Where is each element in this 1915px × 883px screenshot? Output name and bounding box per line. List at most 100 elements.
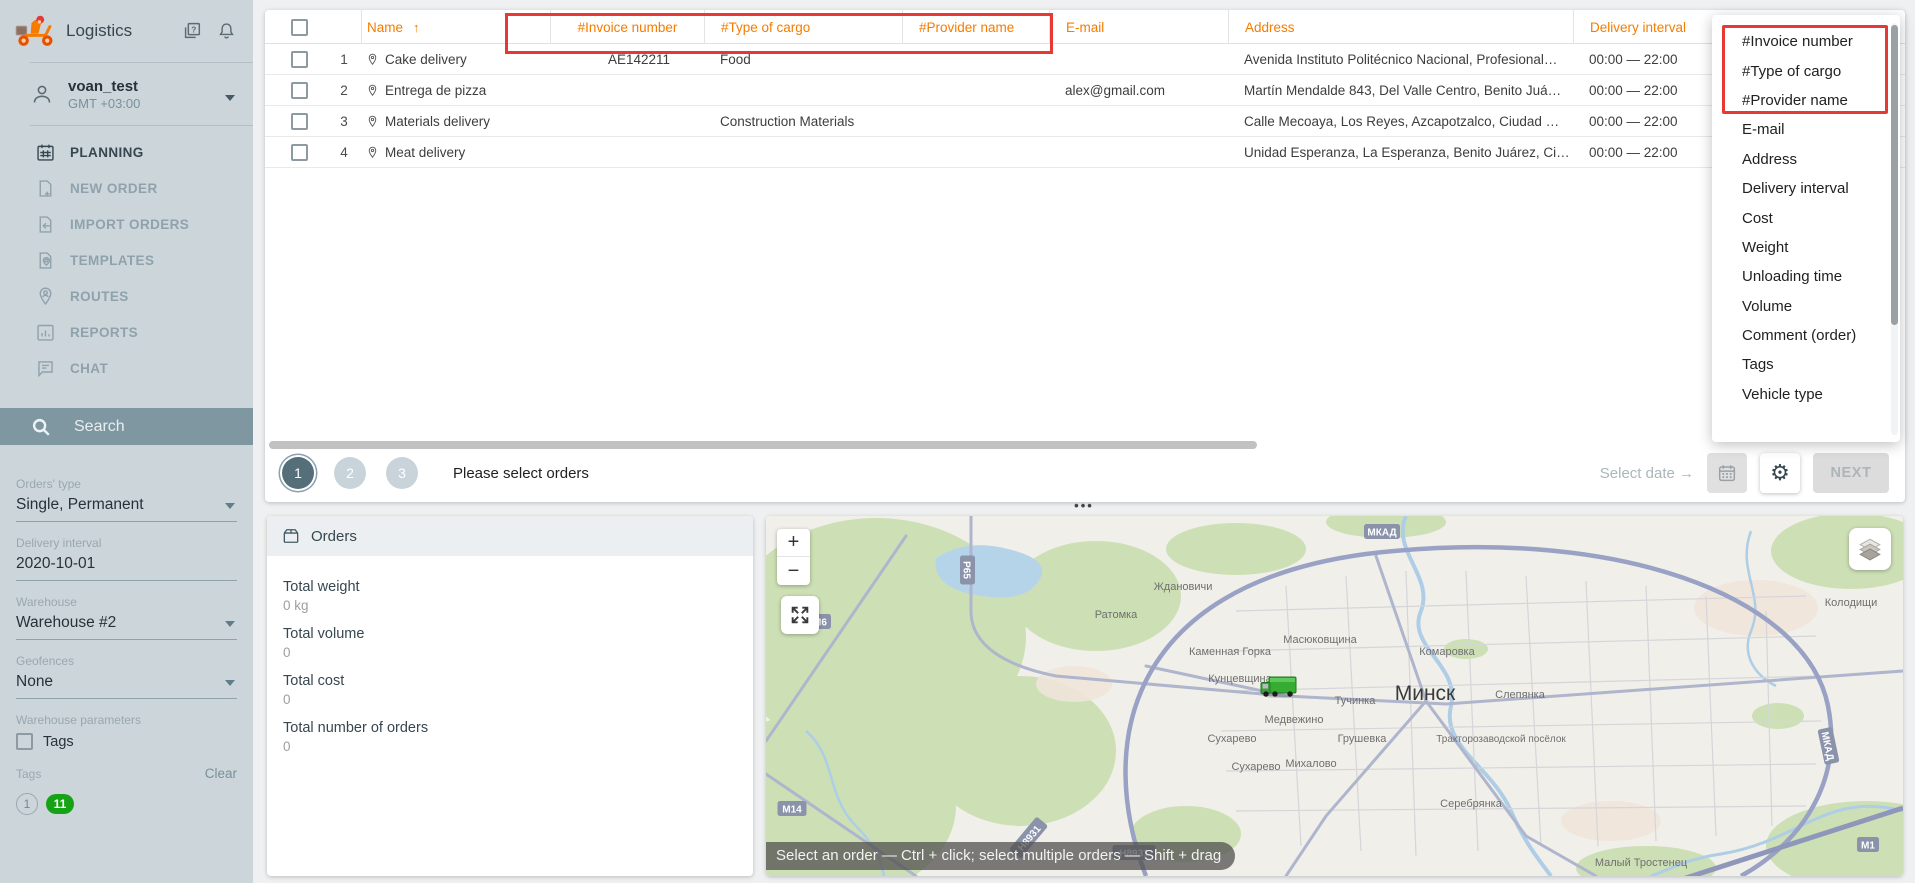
cell-email: alex@gmail.com: [1049, 83, 1228, 98]
map-canvas[interactable]: М6Р65МКАДМКАДМ14Н8931Н8931М1 РатомкаЖдан…: [766, 516, 1903, 876]
map-label: Тракторозаводской посёлок: [1436, 734, 1566, 745]
menu-item-comment-order-[interactable]: Comment (order): [1712, 321, 1900, 350]
map-label: Малый Тростенец: [1595, 857, 1688, 869]
filter-value-warehouse[interactable]: Warehouse #2: [16, 609, 237, 640]
user-row[interactable]: voan_test GMT +03:00: [0, 63, 253, 125]
column-header-provider-name[interactable]: #Provider name: [902, 10, 1049, 44]
zoom-in-button[interactable]: +: [777, 529, 810, 557]
help-faq-icon[interactable]: ?: [179, 18, 205, 44]
select-all-checkbox[interactable]: [291, 19, 308, 36]
menu-item-unloading-time[interactable]: Unloading time: [1712, 262, 1900, 291]
menu-item-tags[interactable]: Tags: [1712, 350, 1900, 379]
column-header-name[interactable]: Name↑: [361, 10, 550, 44]
cell-address: Unidad Esperanza, La Esperanza, Benito J…: [1228, 145, 1573, 160]
menu-item-address[interactable]: Address: [1712, 145, 1900, 174]
sidebar-item-new-order[interactable]: NEW ORDER: [0, 170, 253, 206]
filter-value-orders-type[interactable]: Single, Permanent: [16, 491, 237, 522]
stepper-message: Please select orders: [453, 465, 589, 482]
row-checkbox[interactable]: [291, 113, 308, 130]
menu-item-e-mail[interactable]: E-mail: [1712, 115, 1900, 144]
filter-selected-value: Single, Permanent: [16, 496, 144, 513]
column-header-email[interactable]: E-mail: [1049, 10, 1228, 44]
location-pin-icon: [366, 83, 379, 98]
map-layers-button[interactable]: [1849, 528, 1891, 570]
settings-gear-button[interactable]: ⚙: [1760, 453, 1800, 493]
sidebar-item-planning[interactable]: PLANNING: [0, 134, 253, 170]
column-settings-menu: #Invoice number#Type of cargo#Provider n…: [1712, 15, 1900, 442]
sidebar-item-templates[interactable]: TEMPLATES: [0, 242, 253, 278]
sidebar-item-label: ROUTES: [70, 289, 129, 304]
table-row[interactable]: 1Cake deliveryAE142211FoodAvenida Instit…: [265, 44, 1905, 75]
menu-item--type-of-cargo[interactable]: #Type of cargo: [1712, 56, 1900, 85]
next-button[interactable]: NEXT: [1813, 453, 1889, 493]
svg-text:Р65: Р65: [961, 561, 972, 579]
row-checkbox-cell: [265, 113, 327, 130]
map-label: Каменная Горка: [1189, 646, 1272, 658]
user-menu-caret-icon[interactable]: [225, 95, 235, 101]
sidebar-item-reports[interactable]: REPORTS: [0, 314, 253, 350]
row-checkbox-cell: [265, 51, 327, 68]
menu-item-volume[interactable]: Volume: [1712, 292, 1900, 321]
sidebar-item-chat[interactable]: CHAT: [0, 350, 253, 386]
column-header-invoice-number[interactable]: #Invoice number: [550, 10, 704, 44]
menu-item--provider-name[interactable]: #Provider name: [1712, 86, 1900, 115]
row-checkbox[interactable]: [291, 51, 308, 68]
calendar-grid-icon: [34, 141, 56, 163]
calendar-button[interactable]: [1707, 453, 1747, 493]
cell-address: Calle Mecoaya, Los Reyes, Azcapotzalco, …: [1228, 114, 1573, 129]
menu-item-weight[interactable]: Weight: [1712, 233, 1900, 262]
user-name: voan_test: [68, 77, 140, 96]
menu-item-vehicle-type[interactable]: Vehicle type: [1712, 380, 1900, 409]
order-name: Entrega de pizza: [385, 83, 486, 98]
map-label: Слепянка: [1495, 689, 1546, 701]
menu-item-cost[interactable]: Cost: [1712, 203, 1900, 232]
step-2[interactable]: 2: [334, 457, 366, 489]
tags-checkbox[interactable]: [16, 733, 33, 750]
table-row[interactable]: 3Materials deliveryConstruction Material…: [265, 106, 1905, 137]
tag-badge-1[interactable]: 1: [16, 793, 38, 815]
search-input[interactable]: Search: [74, 418, 125, 436]
notifications-bell-icon[interactable]: [213, 18, 239, 44]
brand-row: Logistics ?: [0, 0, 253, 62]
menu-scrollbar-thumb[interactable]: [1891, 25, 1898, 325]
sidebar-item-label: IMPORT ORDERS: [70, 217, 189, 232]
column-header-type-of-cargo[interactable]: #Type of cargo: [704, 10, 902, 44]
zoom-out-button[interactable]: −: [777, 557, 810, 585]
sidebar-item-routes[interactable]: ROUTES: [0, 278, 253, 314]
row-checkbox-cell: [265, 82, 327, 99]
map-label: Ждановичи: [1154, 581, 1213, 593]
table-row[interactable]: 4Meat deliveryUnidad Esperanza, La Esper…: [265, 137, 1905, 168]
column-header-address[interactable]: Address: [1228, 10, 1573, 44]
map-label: Михалово: [1285, 758, 1336, 770]
filter-value-delivery-interval[interactable]: 2020-10-01: [16, 550, 237, 581]
menu-item-delivery-interval[interactable]: Delivery interval: [1712, 174, 1900, 203]
sort-asc-icon[interactable]: ↑: [413, 20, 420, 35]
location-pin-icon: [366, 114, 379, 129]
map-card: М6Р65МКАДМКАДМ14Н8931Н8931М1 РатомкаЖдан…: [766, 516, 1903, 876]
filter-label-geofences: Geofences: [16, 654, 237, 668]
row-checkbox[interactable]: [291, 82, 308, 99]
sidebar-item-import-orders[interactable]: IMPORT ORDERS: [0, 206, 253, 242]
row-number-header: [327, 10, 361, 44]
step-3[interactable]: 3: [386, 457, 418, 489]
step-1[interactable]: 1: [282, 457, 314, 489]
table-row[interactable]: 2Entrega de pizzaalex@gmail.comMartín Me…: [265, 75, 1905, 106]
panel-resize-handle[interactable]: •••: [1060, 498, 1108, 513]
road-badge: МКАД: [1364, 524, 1400, 539]
sidebar-nav: PLANNINGNEW ORDER IMPORT ORDERS TEMPLATES R…: [0, 126, 253, 386]
tags-checkbox-label: Tags: [43, 734, 74, 750]
warehouse-parameters-label: Warehouse parameters: [16, 713, 237, 727]
cell-address: Avenida Instituto Politécnico Nacional, …: [1228, 52, 1573, 67]
row-number: 2: [327, 83, 361, 98]
road-badge: М14: [778, 801, 807, 816]
filter-value-geofences[interactable]: None: [16, 668, 237, 699]
map-label: Медвежино: [1265, 714, 1324, 726]
cell-cargo: Construction Materials: [704, 114, 902, 129]
menu-item--invoice-number[interactable]: #Invoice number: [1712, 27, 1900, 56]
tag-badge-11[interactable]: 11: [46, 794, 74, 814]
search-bar[interactable]: Search: [0, 408, 253, 445]
filter-selected-value: Warehouse #2: [16, 614, 116, 631]
tags-clear-button[interactable]: Clear: [205, 766, 237, 781]
fullscreen-button[interactable]: [781, 596, 819, 634]
row-checkbox[interactable]: [291, 144, 308, 161]
